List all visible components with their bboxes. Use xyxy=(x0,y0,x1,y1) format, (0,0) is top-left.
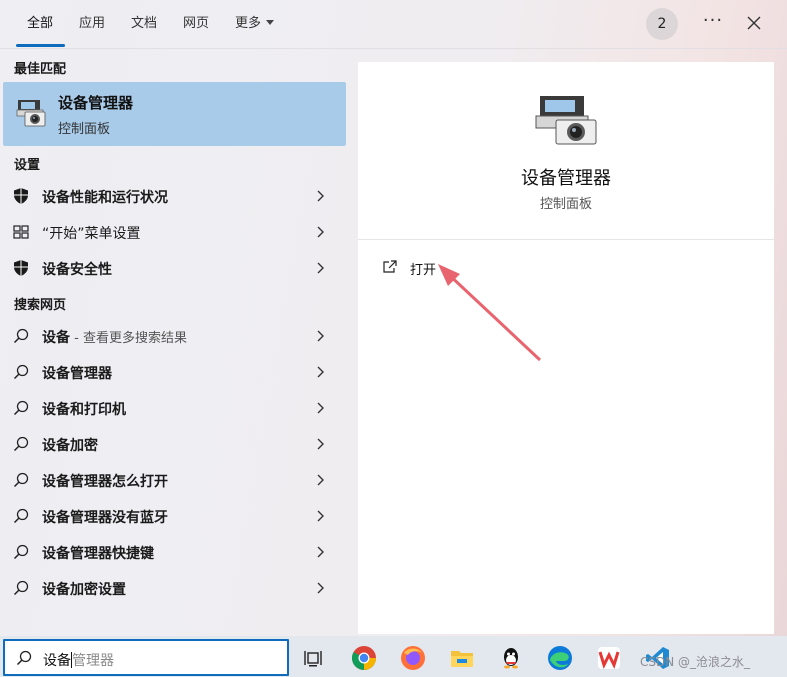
search-typed-text: 设备 xyxy=(43,653,71,669)
chevron-down-icon xyxy=(266,20,275,25)
device-manager-icon xyxy=(16,100,46,127)
web-item[interactable]: 设备管理器怎么打开 xyxy=(0,462,346,498)
qq-icon[interactable] xyxy=(498,645,524,671)
chevron-right-icon xyxy=(317,546,324,558)
detail-title: 设备管理器 xyxy=(521,168,611,189)
wps-icon[interactable] xyxy=(596,645,622,671)
shield-icon xyxy=(14,260,28,276)
notification-badge[interactable]: 2 xyxy=(646,8,678,40)
watermark: CSDN @_沧浪之水_ xyxy=(640,655,751,669)
web-item-label: 设备管理器怎么打开 xyxy=(42,474,168,490)
best-match-title: 设备管理器 xyxy=(58,94,134,112)
web-item-label: 设备和打印机 xyxy=(42,402,126,418)
web-item[interactable]: 设备管理器快捷键 xyxy=(0,534,346,570)
device-manager-icon xyxy=(535,96,597,145)
chrome-icon[interactable] xyxy=(351,645,377,671)
web-item-label: 设备加密 xyxy=(42,438,98,454)
section-best-match: 最佳匹配 xyxy=(14,62,67,77)
search-suggestion: 管理器 xyxy=(72,653,114,669)
web-item-label: 设备管理器快捷键 xyxy=(42,546,154,562)
task-view-icon[interactable] xyxy=(302,645,328,671)
search-icon xyxy=(13,328,29,344)
close-button[interactable] xyxy=(740,9,768,37)
chevron-right-icon xyxy=(317,510,324,522)
search-icon xyxy=(13,580,29,596)
web-item[interactable]: 设备和打印机 xyxy=(0,390,346,426)
section-settings: 设置 xyxy=(14,158,41,173)
web-item[interactable]: 设备管理器没有蓝牙 xyxy=(0,498,346,534)
search-input[interactable]: 设备管理器 xyxy=(43,650,114,670)
start-layout-icon xyxy=(13,225,29,239)
tab-more-label: 更多 xyxy=(235,16,262,31)
header-divider xyxy=(0,48,787,49)
web-item-label: 设备 - 查看更多搜索结果 xyxy=(42,327,187,347)
tab-documents[interactable]: 文档 xyxy=(131,14,157,34)
search-icon xyxy=(13,544,29,560)
chevron-right-icon xyxy=(317,402,324,414)
settings-item-device-health[interactable]: 设备性能和运行状况 xyxy=(0,178,346,214)
firefox-icon[interactable] xyxy=(400,645,426,671)
tab-more[interactable]: 更多 xyxy=(235,14,275,34)
chevron-right-icon xyxy=(317,366,324,378)
chevron-right-icon xyxy=(317,226,324,238)
web-item-query: 设备 xyxy=(42,330,70,346)
search-icon xyxy=(13,508,29,524)
shield-icon xyxy=(14,188,28,204)
settings-item-device-security[interactable]: 设备安全性 xyxy=(0,250,346,286)
search-icon xyxy=(13,364,29,380)
web-item-label: 设备管理器没有蓝牙 xyxy=(42,510,168,526)
active-tab-indicator xyxy=(16,44,65,47)
web-item[interactable]: 设备 - 查看更多搜索结果 xyxy=(0,318,346,354)
tab-apps[interactable]: 应用 xyxy=(79,14,105,34)
settings-item-label: 设备性能和运行状况 xyxy=(42,190,168,206)
tab-all[interactable]: 全部 xyxy=(27,14,53,34)
chevron-right-icon xyxy=(317,438,324,450)
chevron-right-icon xyxy=(317,582,324,594)
settings-item-start-menu[interactable]: “开始”菜单设置 xyxy=(0,214,346,250)
ellipsis-icon[interactable]: ··· xyxy=(700,10,726,36)
settings-item-label: 设备安全性 xyxy=(42,262,112,278)
web-item[interactable]: 设备管理器 xyxy=(0,354,346,390)
chevron-right-icon xyxy=(317,190,324,202)
section-web-search: 搜索网页 xyxy=(14,298,67,313)
web-item-label: 设备加密设置 xyxy=(42,582,126,598)
search-icon xyxy=(13,400,29,416)
tab-web[interactable]: 网页 xyxy=(183,14,209,34)
detail-divider xyxy=(358,239,774,240)
best-match-item[interactable]: 设备管理器 控制面板 xyxy=(3,82,346,146)
settings-item-label: “开始”菜单设置 xyxy=(42,226,141,242)
chevron-right-icon xyxy=(317,262,324,274)
search-icon xyxy=(13,436,29,452)
web-item[interactable]: 设备加密 xyxy=(0,426,346,462)
search-icon xyxy=(16,650,32,666)
open-external-icon xyxy=(383,260,397,273)
best-match-subtitle: 控制面板 xyxy=(58,122,111,137)
file-explorer-icon[interactable] xyxy=(449,645,475,671)
close-icon xyxy=(747,16,761,30)
search-icon xyxy=(13,472,29,488)
web-item-suffix: - 查看更多搜索结果 xyxy=(70,331,187,346)
chevron-right-icon xyxy=(317,330,324,342)
chevron-right-icon xyxy=(317,474,324,486)
web-item[interactable]: 设备加密设置 xyxy=(0,570,346,606)
search-box[interactable]: 设备管理器 xyxy=(3,639,289,676)
detail-subtitle: 控制面板 xyxy=(539,197,592,212)
search-tabs-bar: 全部 应用 文档 网页 更多 2 ··· xyxy=(0,0,787,48)
edge-icon[interactable] xyxy=(547,645,573,671)
annotation-arrow xyxy=(438,264,542,362)
detail-panel: 设备管理器 控制面板 打开 xyxy=(358,62,774,634)
web-item-label: 设备管理器 xyxy=(42,366,112,382)
